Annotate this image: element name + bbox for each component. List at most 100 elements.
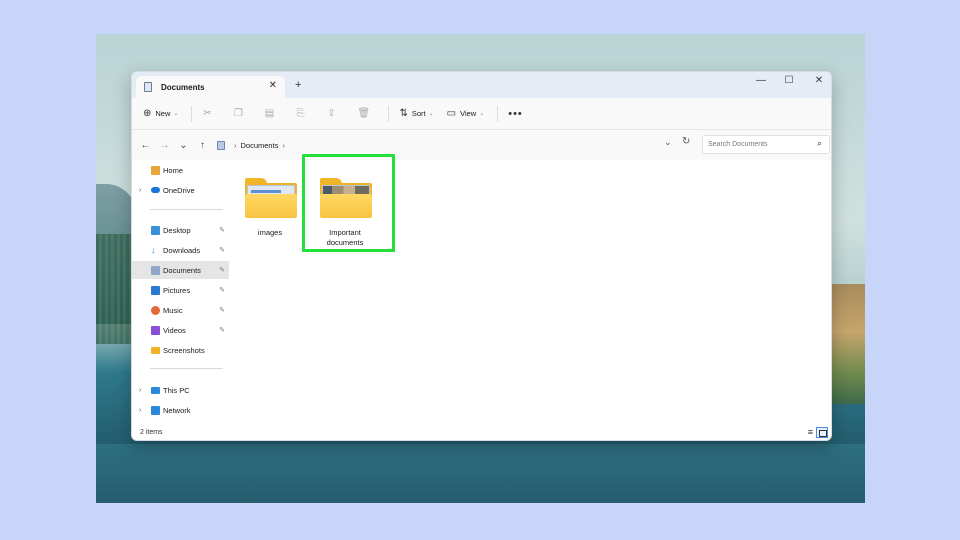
search-icon[interactable]: ⌕: [817, 138, 822, 149]
sidebar-item-downloads[interactable]: ↓ Downloads ✎: [132, 241, 229, 259]
more-options-button[interactable]: •••: [508, 108, 523, 120]
pin-icon[interactable]: ✎: [219, 226, 225, 234]
network-icon: [151, 405, 160, 415]
refresh-icon[interactable]: ↻: [682, 136, 690, 147]
search-input[interactable]: Search Documents ⌕: [702, 135, 830, 154]
pin-icon[interactable]: ✎: [219, 326, 225, 334]
highlight-box: [302, 154, 395, 252]
chevron-down-icon: ⌄: [428, 111, 434, 117]
sidebar-item-network[interactable]: › Network: [132, 401, 229, 419]
title-bar: Documents ✕ + — ☐ ✕: [132, 72, 831, 98]
cut-icon[interactable]: ✂: [202, 108, 212, 119]
sort-button[interactable]: ⇅ Sort ⌄: [399, 108, 433, 119]
sidebar-item-documents[interactable]: Documents ✎: [132, 261, 229, 279]
sidebar-item-pictures[interactable]: Pictures ✎: [132, 281, 229, 299]
new-tab-button[interactable]: +: [295, 79, 301, 91]
documents-icon: [151, 265, 160, 275]
cloud-icon: [151, 187, 160, 193]
file-explorer-window: Documents ✕ + — ☐ ✕ ⊕ New ⌄ ✂ ❐ ▤ ⎘ ⇪ 🗑 …: [131, 71, 832, 441]
close-window-button[interactable]: ✕: [809, 75, 829, 86]
tab-label: Documents: [161, 82, 205, 92]
view-icon: ▭: [446, 108, 457, 119]
new-label: New: [155, 109, 171, 118]
folder-item-images[interactable]: images: [239, 168, 301, 252]
folder-icon: [245, 178, 297, 219]
details-view-icon[interactable]: ≡: [808, 427, 813, 437]
pin-icon[interactable]: ✎: [219, 246, 225, 254]
breadcrumb-chevron-icon[interactable]: ›: [282, 141, 285, 150]
documents-icon: [217, 141, 225, 150]
sidebar-item-label: Desktop: [163, 225, 191, 235]
sidebar-item-label: Network: [163, 405, 191, 415]
tab-documents[interactable]: Documents ✕: [136, 76, 285, 98]
new-button[interactable]: ⊕ New ⌄: [143, 108, 178, 119]
sidebar-item-this-pc[interactable]: › This PC: [132, 381, 229, 399]
pc-icon: [151, 386, 160, 394]
home-icon: [151, 165, 160, 175]
status-bar: 2 items ≡: [132, 424, 831, 440]
sidebar-item-screenshots[interactable]: Screenshots: [132, 341, 229, 359]
sidebar-item-label: OneDrive: [163, 185, 195, 195]
expand-chevron-icon[interactable]: ›: [139, 187, 141, 194]
delete-icon[interactable]: 🗑: [357, 108, 370, 119]
wallpaper-water: [96, 444, 865, 503]
sidebar-item-label: Home: [163, 165, 184, 175]
share-icon[interactable]: ⇪: [326, 108, 336, 119]
minimize-button[interactable]: —: [751, 75, 771, 86]
copy-icon[interactable]: ❐: [233, 108, 243, 119]
music-icon: [151, 305, 160, 315]
sidebar-item-label: Videos: [163, 325, 186, 335]
sidebar-item-desktop[interactable]: Desktop ✎: [132, 221, 229, 239]
sort-icon: ⇅: [399, 108, 408, 119]
maximize-button[interactable]: ☐: [779, 75, 799, 86]
sidebar-item-home[interactable]: Home: [132, 161, 229, 179]
sidebar-item-label: Documents: [163, 265, 201, 275]
forward-arrow-icon[interactable]: →: [155, 140, 174, 151]
large-icons-view-icon[interactable]: [816, 427, 828, 438]
toolbar-divider: [497, 105, 499, 122]
pictures-icon: [151, 285, 160, 295]
rename-icon[interactable]: ⎘: [295, 108, 305, 119]
sort-label: Sort: [411, 109, 426, 118]
breadcrumb-chevron-icon: ›: [234, 141, 237, 150]
search-placeholder: Search Documents: [708, 141, 768, 148]
sidebar-item-label: Pictures: [163, 285, 191, 295]
recent-locations-chevron-icon[interactable]: ⌄: [174, 140, 193, 151]
address-bar-row: ← → ⌄ ↑ › Documents › ⌄ ↻ Search Documen…: [132, 130, 831, 160]
chevron-down-icon: ⌄: [479, 111, 485, 117]
plus-circle-icon: ⊕: [143, 108, 152, 119]
chevron-down-icon: ⌄: [173, 111, 179, 117]
expand-chevron-icon[interactable]: ›: [139, 387, 141, 394]
sidebar-item-label: Screenshots: [163, 345, 205, 355]
view-button[interactable]: ▭ View ⌄: [447, 108, 485, 119]
sidebar-item-onedrive[interactable]: › OneDrive: [132, 181, 229, 199]
folder-name: images: [257, 228, 283, 237]
sidebar-item-label: Downloads: [163, 245, 201, 255]
toolbar-divider: [191, 105, 193, 122]
paste-icon[interactable]: ▤: [264, 108, 274, 119]
address-dropdown-icon[interactable]: ⌄: [664, 137, 672, 148]
sidebar-item-music[interactable]: Music ✎: [132, 301, 229, 319]
documents-icon: [144, 82, 152, 92]
view-label: View: [460, 109, 477, 118]
pin-icon[interactable]: ✎: [219, 286, 225, 294]
close-tab-icon[interactable]: ✕: [269, 80, 277, 91]
item-count: 2 items: [140, 428, 163, 436]
navigation-pane: Home › OneDrive Desktop ✎ ↓ Downloads ✎ …: [132, 160, 229, 426]
expand-chevron-icon[interactable]: ›: [139, 407, 141, 414]
command-bar: ⊕ New ⌄ ✂ ❐ ▤ ⎘ ⇪ 🗑 ⇅ Sort ⌄ ▭ View ⌄ ••…: [132, 98, 831, 130]
up-arrow-icon[interactable]: ↑: [193, 140, 212, 151]
toolbar-divider: [388, 105, 390, 122]
pin-icon[interactable]: ✎: [219, 306, 225, 314]
back-arrow-icon[interactable]: ←: [136, 140, 155, 151]
desktop-icon: [151, 225, 160, 235]
address-bar[interactable]: › Documents ›: [217, 137, 695, 154]
sidebar-item-videos[interactable]: Videos ✎: [132, 321, 229, 339]
breadcrumb-documents[interactable]: Documents: [241, 141, 279, 150]
download-icon: ↓: [151, 244, 156, 255]
wallpaper-hill-right: [829, 284, 865, 404]
wallpaper-trees: [96, 234, 132, 344]
videos-icon: [151, 325, 160, 335]
pin-icon[interactable]: ✎: [219, 266, 225, 274]
sidebar-divider: [150, 209, 223, 210]
